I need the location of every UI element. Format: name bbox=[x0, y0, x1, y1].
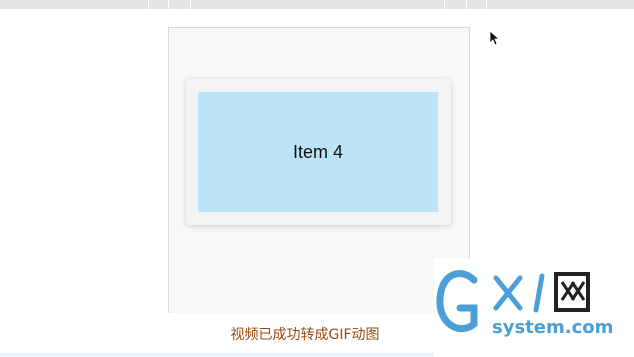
watermark-domain: system.com bbox=[492, 317, 613, 338]
conversion-caption: 视频已成功转成GIF动图 bbox=[230, 327, 380, 343]
list-item-4[interactable]: Item 4 bbox=[198, 92, 438, 212]
mouse-pointer-icon bbox=[489, 30, 499, 46]
item-label: Item 4 bbox=[292, 141, 344, 162]
toolbar-divider bbox=[466, 0, 467, 9]
toolbar-divider bbox=[190, 0, 191, 9]
watermark-logo: system.com bbox=[434, 258, 634, 357]
watermark-logo-icon: system.com bbox=[436, 270, 613, 338]
toolbar-divider bbox=[168, 0, 169, 9]
top-toolbar-strip bbox=[0, 0, 634, 9]
toolbar-divider bbox=[486, 0, 487, 9]
toolbar-divider bbox=[148, 0, 149, 9]
toolbar-divider bbox=[444, 0, 445, 9]
